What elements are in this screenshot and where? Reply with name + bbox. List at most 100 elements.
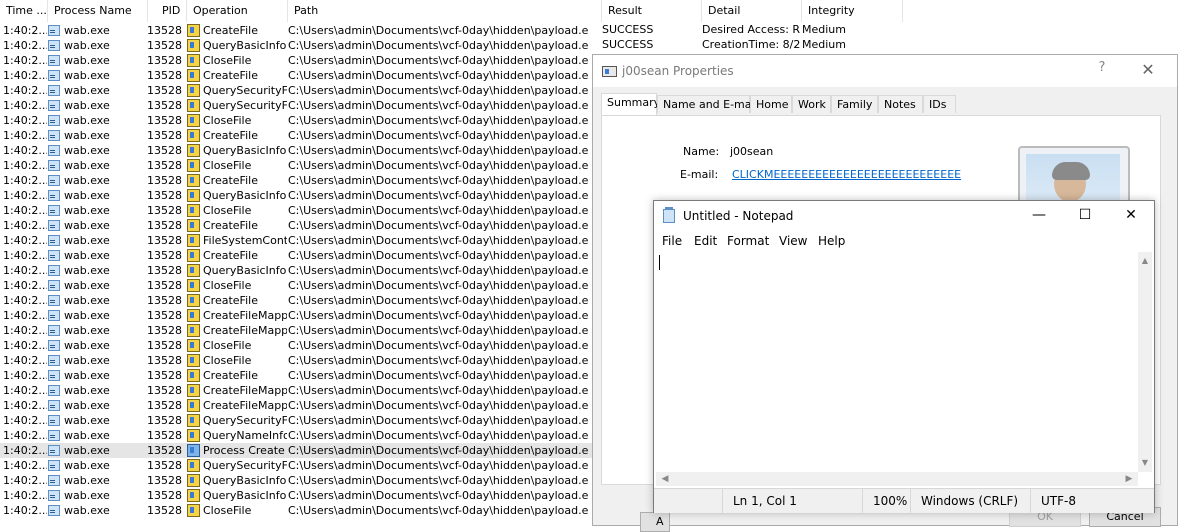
filesystem-operation-icon (187, 413, 202, 428)
pid-cell: 13528 (147, 459, 182, 472)
integrity-cell: Medium (802, 38, 846, 51)
menu-view[interactable]: View (779, 234, 807, 248)
table-row[interactable]: 1:40:2... wab.exe 13528 CreateFile C:\Users\… (0, 293, 600, 308)
table-row[interactable]: 1:40:2... wab.exe 13528 CreateFileMapp...C:… (0, 308, 600, 323)
process-operation-icon (187, 443, 202, 458)
tab-summary[interactable]: Summary (601, 93, 660, 115)
operation-cell: QueryBasicInfor... (203, 144, 287, 157)
pid-cell: 13528 (147, 414, 182, 427)
table-row[interactable]: 1:40:2... wab.exe 13528 CreateFile C:\Users\… (0, 68, 600, 83)
detail-cell: Desired Access: R... (702, 23, 800, 36)
table-row[interactable]: 1:40:2... wab.exe 13528 CreateFile C:\Users\… (0, 23, 600, 38)
scroll-up-icon[interactable]: ▲ (1138, 254, 1152, 268)
table-row[interactable]: 1:40:2... wab.exe 13528 CloseFile C:\Users\a… (0, 278, 600, 293)
table-row[interactable]: 1:40:2... wab.exe 13528 QueryBasicInfor...C… (0, 143, 600, 158)
process-icon (48, 83, 62, 98)
notepad-title-bar[interactable]: Untitled - Notepad — ☐ ✕ (654, 201, 1154, 230)
menu-help[interactable]: Help (818, 234, 845, 248)
process-icon (48, 203, 62, 218)
column-header-result[interactable]: Result (602, 0, 702, 22)
time-cell: 1:40:2... (3, 459, 47, 472)
table-row[interactable]: 1:40:2... wab.exe 13528 CreateFile C:\Users\… (0, 128, 600, 143)
text-editor[interactable] (656, 252, 1140, 472)
table-row[interactable]: 1:40:2... wab.exe 13528 QueryBasicInfor...C… (0, 38, 600, 53)
column-header-integrity[interactable]: Integrity (802, 0, 903, 22)
tab-name-and-email[interactable]: Name and E-mail (657, 95, 758, 113)
table-row[interactable]: 1:40:2... wab.exe 13528 CreateFileMapp...C:… (0, 323, 600, 338)
table-row[interactable]: 1:40:2... wab.exe 13528 CloseFile C:\Users\a… (0, 338, 600, 353)
table-row[interactable]: 1:40:2... wab.exe 13528 QueryBasicInfor...C… (0, 473, 600, 488)
minimize-button[interactable]: — (1016, 201, 1062, 230)
table-row[interactable]: 1:40:2... wab.exe 13528 CreateFile C:\Users\… (0, 173, 600, 188)
column-header-process-name[interactable]: Process Name (48, 0, 148, 22)
process-icon (48, 353, 62, 368)
scroll-down-icon[interactable]: ▼ (1138, 456, 1152, 470)
filesystem-operation-icon (187, 368, 202, 383)
table-row[interactable]: 1:40:2... wab.exe 13528 QuerySecurityFileC:… (0, 413, 600, 428)
tab-family[interactable]: Family (831, 95, 878, 113)
event-rows: 1:40:2... wab.exe 13528 CreateFile C:\Users\… (0, 23, 600, 518)
table-row[interactable]: 1:40:2... wab.exe 13528 CreateFile C:\Users\… (0, 248, 600, 263)
column-header-operation[interactable]: Operation (187, 0, 288, 22)
column-header-detail[interactable]: Detail (702, 0, 802, 22)
help-button[interactable]: ? (1090, 60, 1114, 82)
table-row[interactable]: 1:40:2... wab.exe 13528 QueryNameInfo...C:\… (0, 428, 600, 443)
table-row[interactable]: 1:40:2... wab.exe 13528 CloseFile C:\Users\a… (0, 53, 600, 68)
partially-hidden-button[interactable]: A (640, 512, 670, 532)
table-row[interactable]: 1:40:2... wab.exe 13528 CloseFile C:\Users\a… (0, 203, 600, 218)
pid-cell: 13528 (147, 474, 182, 487)
table-row[interactable]: 1:40:2... wab.exe 13528 FileSystemControlC:… (0, 233, 600, 248)
person-hair-shape (1052, 162, 1090, 180)
pid-cell: 13528 (147, 324, 182, 337)
scroll-right-icon[interactable]: ▶ (1122, 472, 1136, 486)
table-row[interactable]: 1:40:2... wab.exe 13528 CreateFile C:\Users\… (0, 218, 600, 233)
filesystem-operation-icon (187, 353, 202, 368)
time-cell: 1:40:2... (3, 384, 47, 397)
tab-work[interactable]: Work (792, 95, 831, 113)
operation-cell: CloseFile (203, 54, 252, 67)
tab-home[interactable]: Home (750, 95, 792, 113)
column-header-time[interactable]: Time ... (0, 0, 48, 22)
table-row[interactable]: 1:40:2... wab.exe 13528 CreateFile C:\Users\… (0, 368, 600, 383)
close-button[interactable]: ✕ (1136, 60, 1160, 82)
email-link[interactable]: CLICKMEEEEEEEEEEEEEEEEEEEEEEEEEEE (732, 168, 961, 181)
path-cell: C:\Users\admin\Documents\vcf-0day\hidden… (288, 474, 588, 487)
filesystem-operation-icon (187, 308, 202, 323)
column-header-pid[interactable]: PID (148, 0, 187, 22)
table-row[interactable]: 1:40:2... wab.exe 13528 CreateFileMapp...C:… (0, 398, 600, 413)
tab-notes[interactable]: Notes (878, 95, 923, 113)
dialog-title-bar[interactable]: j00sean Properties ? ✕ (593, 55, 1177, 87)
path-cell: C:\Users\admin\Documents\vcf-0day\hidden… (288, 114, 588, 127)
close-button[interactable]: ✕ (1108, 201, 1154, 230)
tab-ids[interactable]: IDs (923, 95, 956, 113)
table-row[interactable]: 1:40:2... wab.exe 13528 Process Create C:\Us… (0, 443, 600, 458)
table-row[interactable]: 1:40:2... wab.exe 13528 QueryBasicInfor...C… (0, 488, 600, 503)
path-cell: C:\Users\admin\Documents\vcf-0day\hidden… (288, 369, 588, 382)
table-row[interactable]: 1:40:2... wab.exe 13528 QuerySecurityFileC:… (0, 458, 600, 473)
process-icon (48, 23, 62, 38)
menu-edit[interactable]: Edit (694, 234, 717, 248)
scroll-left-icon[interactable]: ◀ (658, 472, 672, 486)
vertical-scrollbar[interactable]: ▲ ▼ (1138, 252, 1152, 472)
pid-cell: 13528 (147, 24, 182, 37)
column-header-path[interactable]: Path (288, 0, 602, 22)
time-cell: 1:40:2... (3, 174, 47, 187)
pid-cell: 13528 (147, 264, 182, 277)
menu-format[interactable]: Format (727, 234, 769, 248)
table-row[interactable]: 1:40:2... wab.exe 13528 CreateFileMapp...C:… (0, 383, 600, 398)
table-row[interactable]: 1:40:2... wab.exe 13528 QueryBasicInfor...C… (0, 188, 600, 203)
maximize-button[interactable]: ☐ (1062, 201, 1108, 230)
table-row[interactable]: 1:40:2... wab.exe 13528 CloseFile C:\Users\a… (0, 503, 600, 518)
process-icon (48, 233, 62, 248)
table-row[interactable]: 1:40:2... wab.exe 13528 CloseFile C:\Users\a… (0, 158, 600, 173)
table-row[interactable]: 1:40:2... wab.exe 13528 CloseFile C:\Users\a… (0, 113, 600, 128)
menu-file[interactable]: File (662, 234, 682, 248)
process-name-cell: wab.exe (64, 159, 110, 172)
table-row[interactable]: 1:40:2... wab.exe 13528 QueryBasicInfor...C… (0, 263, 600, 278)
table-row[interactable]: 1:40:2... wab.exe 13528 CloseFile C:\Users\a… (0, 353, 600, 368)
table-row[interactable]: 1:40:2... wab.exe 13528 QuerySecurityFileC:… (0, 98, 600, 113)
horizontal-scrollbar[interactable]: ◀ ▶ (656, 472, 1138, 486)
filesystem-operation-icon (187, 488, 202, 503)
table-row[interactable]: 1:40:2... wab.exe 13528 QuerySecurityFileC:… (0, 83, 600, 98)
process-icon (48, 53, 62, 68)
